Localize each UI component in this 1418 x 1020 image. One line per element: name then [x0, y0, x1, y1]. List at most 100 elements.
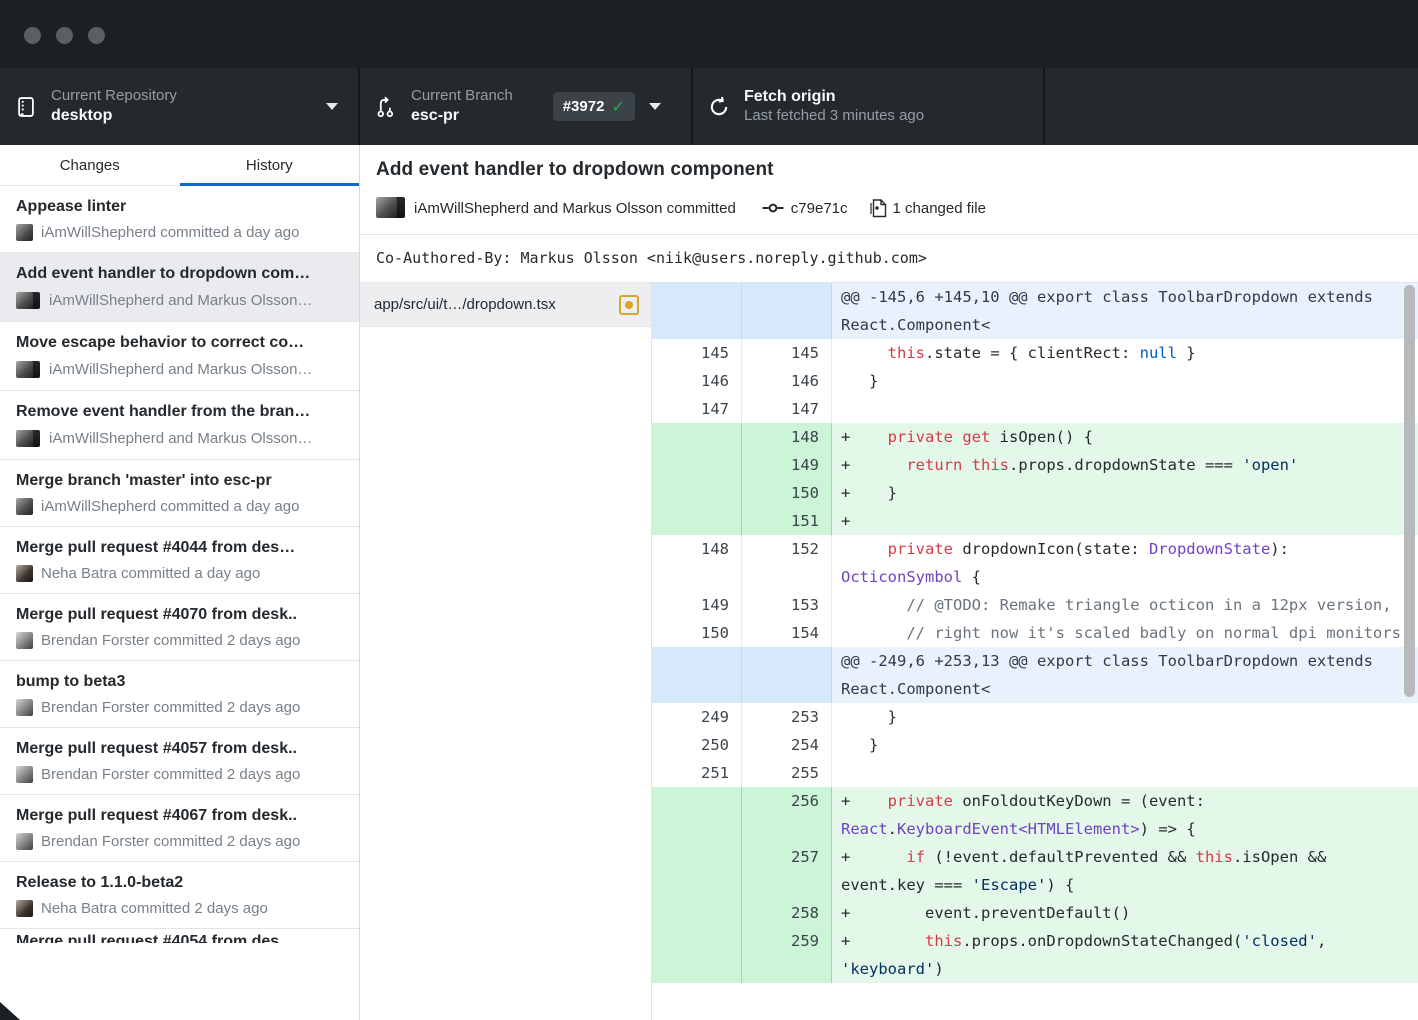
commit-list-item[interactable]: Merge pull request #4044 from des… Neha B… — [0, 527, 359, 594]
commit-list-title: Merge pull request #4057 from desk.. — [16, 740, 349, 758]
close-window-button[interactable] — [24, 27, 41, 44]
diff-line: 145145 this.state = { clientRect: null } — [652, 339, 1418, 367]
pr-number-badge: #3972 ✓ — [553, 92, 635, 121]
diff-old-line-number: 147 — [652, 395, 742, 423]
diff-old-line-number — [652, 647, 742, 703]
commit-meta-row: iAmWillShepherd and Markus Olsson commit… — [376, 196, 1418, 234]
commit-list-item[interactable]: Remove event handler from the bran… iAmWi… — [0, 391, 359, 460]
diff-old-line-number — [652, 451, 742, 479]
main-panel: Add event handler to dropdown component … — [360, 145, 1418, 1020]
file-path: app/src/ui/t…/dropdown.tsx — [374, 296, 619, 313]
avatar — [16, 224, 33, 241]
diff-line: 251255 — [652, 759, 1418, 787]
avatar — [376, 197, 397, 218]
commit-list-meta: iAmWillShepherd committed a day ago — [16, 224, 349, 241]
diff-new-line-number: 145 — [742, 339, 832, 367]
commit-list-title: Merge pull request #4067 from desk.. — [16, 807, 349, 825]
diff-new-line-number: 258 — [742, 899, 832, 927]
repo-icon — [15, 96, 37, 118]
diff-new-line-number: 254 — [742, 731, 832, 759]
avatar-stack — [16, 360, 41, 379]
tab-changes[interactable]: Changes — [0, 145, 180, 185]
diff-code-text: // right now it's scaled badly on normal… — [832, 619, 1418, 647]
diff-new-line-number: 256 — [742, 787, 832, 843]
avatar — [16, 565, 33, 582]
avatar — [16, 699, 33, 716]
commit-list-item[interactable]: Add event handler to dropdown com… iAmWil… — [0, 253, 359, 322]
diff-viewer: @@ -145,6 +145,10 @@ export class Toolba… — [652, 283, 1418, 1020]
avatar — [16, 900, 33, 917]
commit-list-item[interactable]: Appease linteriAmWillShepherd committed … — [0, 186, 359, 253]
tab-history[interactable]: History — [180, 145, 360, 185]
diff-old-line-number — [652, 283, 742, 339]
diff-line: 148152 private dropdownIcon(state: Dropd… — [652, 535, 1418, 591]
diff-line: 146146 } — [652, 367, 1418, 395]
toolbar: Current Repository desktop Current Branc… — [0, 68, 1418, 145]
diff-old-line-number — [652, 423, 742, 451]
commit-list-meta-text: Brendan Forster committed 2 days ago — [41, 699, 300, 716]
current-branch-button[interactable]: Current Branch esc-pr #3972 ✓ — [360, 68, 693, 145]
diff-code-text: } — [832, 731, 1418, 759]
commit-list-item[interactable]: Merge pull request #4067 from desk.. Bren… — [0, 795, 359, 862]
diff-new-line-number: 152 — [742, 535, 832, 591]
avatar — [16, 361, 33, 378]
diff-old-line-number — [652, 507, 742, 535]
branch-icon — [375, 96, 397, 118]
commit-list-title: Move escape behavior to correct co… — [16, 334, 349, 352]
commit-list-item[interactable]: Merge pull request #4057 from desk.. Bren… — [0, 728, 359, 795]
commit-list-item[interactable]: Merge pull request #4070 from desk.. Bren… — [0, 594, 359, 661]
commit-list-title: Merge pull request #4054 from des… — [16, 933, 349, 943]
file-list-item[interactable]: app/src/ui/t…/dropdown.tsx — [360, 283, 651, 327]
commit-message-body: Co-Authored-By: Markus Olsson <niik@user… — [360, 234, 1418, 282]
current-repository-label: Current Repository — [51, 87, 177, 106]
diff-line: 256+ private onFoldoutKeyDown = (event: … — [652, 787, 1418, 843]
commit-list-item[interactable]: Release to 1.1.0-beta2Neha Batra committ… — [0, 862, 359, 929]
diff-code-text: } — [832, 703, 1418, 731]
github-desktop-window: Current Repository desktop Current Branc… — [0, 0, 1418, 1020]
diff-new-line-number: 150 — [742, 479, 832, 507]
commit-list-item[interactable]: bump to beta3 Brendan Forster committed 2… — [0, 661, 359, 728]
diff-new-line-number: 253 — [742, 703, 832, 731]
changed-files-count: 1 changed file — [893, 200, 986, 217]
diff-code-text: + — [832, 507, 1418, 535]
commit-list-meta-text: iAmWillShepherd and Markus Olsson… — [49, 430, 312, 447]
diff-code-text: // @TODO: Remake triangle octicon in a 1… — [832, 591, 1418, 619]
sidebar: Changes History Appease linteriAmWillShe… — [0, 145, 360, 1020]
commit-list-meta-text: Neha Batra committed a day ago — [41, 565, 260, 582]
commit-list-title: Merge pull request #4070 from desk.. — [16, 606, 349, 624]
diff-code-text: @@ -145,6 +145,10 @@ export class Toolba… — [832, 283, 1418, 339]
commit-list-meta-text: iAmWillShepherd committed a day ago — [41, 224, 299, 241]
diff-old-line-number: 251 — [652, 759, 742, 787]
commit-list-meta: Brendan Forster committed 2 days ago — [16, 632, 349, 649]
commit-list-meta: iAmWillShepherd and Markus Olsson… — [16, 291, 349, 310]
commit-list-title: Merge pull request #4044 from des… — [16, 539, 349, 557]
scrollbar-thumb[interactable] — [1404, 285, 1415, 697]
fetch-origin-subtitle: Last fetched 3 minutes ago — [744, 107, 924, 126]
commit-list-title: Remove event handler from the bran… — [16, 403, 349, 421]
commit-list-title: Add event handler to dropdown com… — [16, 265, 349, 283]
commit-list-item[interactable]: Merge branch 'master' into esc-priAmWill… — [0, 460, 359, 527]
commit-list-title: bump to beta3 — [16, 673, 349, 691]
commit-list-meta-text: Brendan Forster committed 2 days ago — [41, 766, 300, 783]
diff-old-line-number — [652, 899, 742, 927]
commit-list-item[interactable]: Merge pull request #4054 from des… — [0, 929, 359, 943]
commit-sha: c79e71c — [791, 200, 848, 217]
minimize-window-button[interactable] — [56, 27, 73, 44]
current-repository-button[interactable]: Current Repository desktop — [0, 68, 360, 145]
commit-list-item[interactable]: Move escape behavior to correct co…iAmWi… — [0, 322, 359, 391]
file-list: app/src/ui/t…/dropdown.tsx — [360, 283, 652, 1020]
diff-line: 258+ event.preventDefault() — [652, 899, 1418, 927]
commit-list-meta: Neha Batra committed a day ago — [16, 565, 349, 582]
diff-code-text: this.state = { clientRect: null } — [832, 339, 1418, 367]
avatar — [16, 766, 33, 783]
diff-line: 150154 // right now it's scaled badly on… — [652, 619, 1418, 647]
commit-list-meta: Brendan Forster committed 2 days ago — [16, 833, 349, 850]
pr-status-check-icon: ✓ — [611, 97, 624, 117]
diff-line: 151+ — [652, 507, 1418, 535]
diff-old-line-number — [652, 927, 742, 983]
zoom-window-button[interactable] — [88, 27, 105, 44]
commit-list: Appease linteriAmWillShepherd committed … — [0, 186, 359, 1020]
diff-new-line-number: 259 — [742, 927, 832, 983]
current-branch-value: esc-pr — [411, 106, 513, 126]
fetch-origin-button[interactable]: Fetch origin Last fetched 3 minutes ago — [693, 68, 1045, 145]
